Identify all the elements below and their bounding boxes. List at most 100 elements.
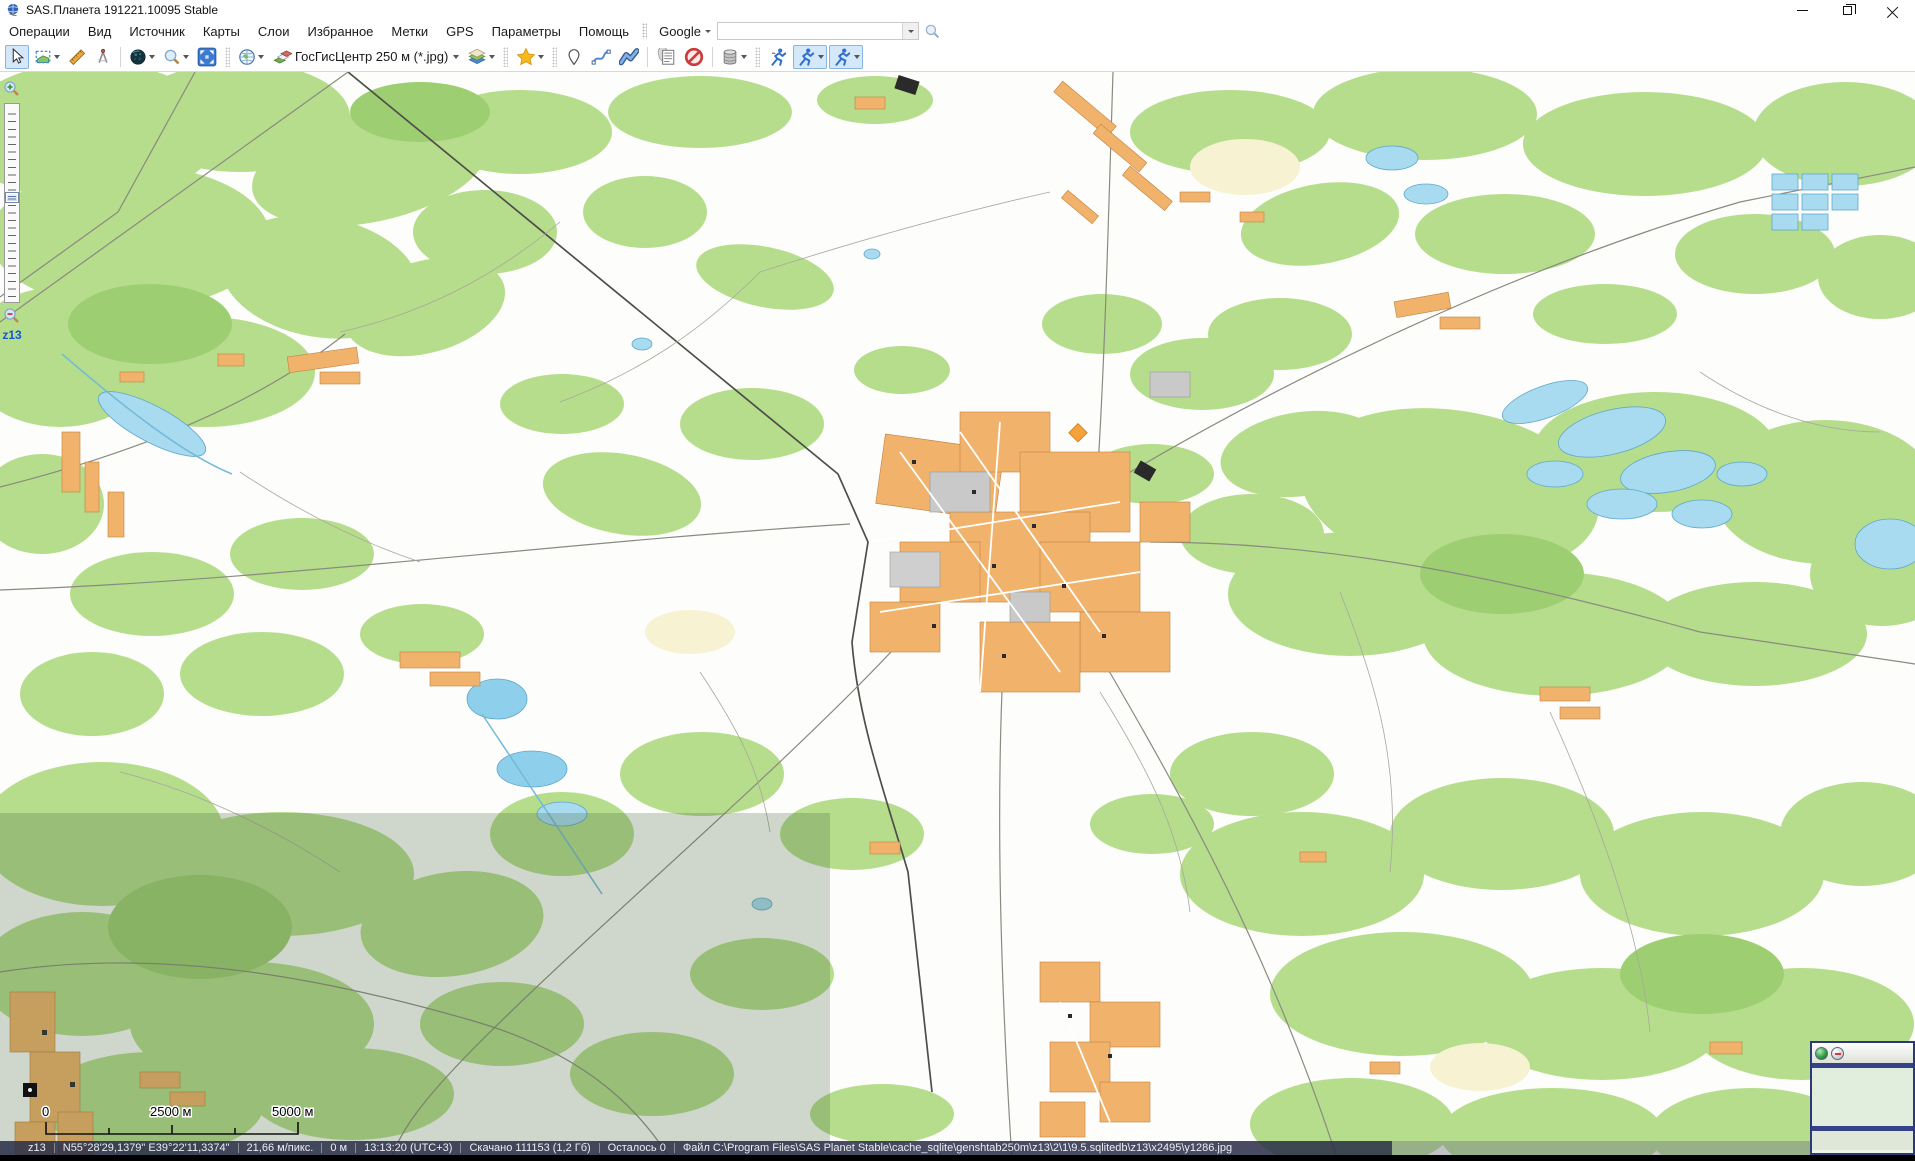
zoom-in-icon[interactable] xyxy=(3,80,21,98)
overview-map-content[interactable] xyxy=(1812,1068,1913,1126)
search-input[interactable] xyxy=(718,23,902,39)
status-time: 13:13:20 (UTC+3) xyxy=(364,1142,452,1154)
toolbar-gripper[interactable] xyxy=(642,23,647,39)
ruler-tool-button[interactable] xyxy=(65,45,89,69)
hide-placemarks-button[interactable] xyxy=(681,45,707,69)
overview-globe-button[interactable] xyxy=(1815,1047,1828,1060)
map-canvas[interactable]: 0 2500 м 5000 м xyxy=(0,72,1915,1161)
forbidden-icon xyxy=(684,47,704,67)
zoom-tool-button[interactable] xyxy=(160,45,192,69)
menu-settings[interactable]: Параметры xyxy=(483,22,570,41)
status-zoom: z13 xyxy=(28,1142,46,1154)
globe-icon xyxy=(238,48,256,66)
search-combo xyxy=(717,22,919,40)
chevron-down-icon[interactable] xyxy=(538,55,544,59)
goto-search-result-button[interactable] xyxy=(829,45,863,69)
goto-previous-button[interactable] xyxy=(765,45,791,69)
magnifier-icon xyxy=(163,48,181,66)
add-polygon-button[interactable] xyxy=(616,45,642,69)
status-bar: z13 N55°28'29,1379" E39°22'11,3374" 21,6… xyxy=(0,1141,1915,1155)
overview-map-panel[interactable] xyxy=(1810,1041,1915,1155)
toolbar-separator xyxy=(712,47,713,67)
map-source-label[interactable]: ГосГисЦентр 250 м (*.jpg) xyxy=(292,49,451,64)
overview-footer xyxy=(1812,1131,1913,1150)
zoom-slider-thumb[interactable] xyxy=(5,192,19,203)
toolbar-gripper[interactable] xyxy=(225,47,230,67)
toolbar-gripper[interactable] xyxy=(503,47,508,67)
chevron-down-icon[interactable] xyxy=(453,55,459,59)
menu-view[interactable]: Вид xyxy=(79,22,121,41)
map-source-globe-button[interactable] xyxy=(235,45,267,69)
zoom-level-label: z13 xyxy=(2,328,22,342)
status-divider xyxy=(460,1143,461,1153)
runner-icon xyxy=(796,47,816,67)
star-icon xyxy=(516,47,536,67)
scale-start-label: 0 xyxy=(42,1104,49,1119)
chevron-down-icon[interactable] xyxy=(818,55,824,59)
runner-icon xyxy=(832,47,852,67)
menu-layers[interactable]: Слои xyxy=(249,22,299,41)
menu-maps[interactable]: Карты xyxy=(194,22,249,41)
map-viewport[interactable]: 0 2500 м 5000 м z13 xyxy=(0,72,1915,1161)
search-provider-dropdown-icon[interactable] xyxy=(705,30,711,33)
zoom-slider[interactable] xyxy=(4,103,20,303)
menu-operations[interactable]: Операции xyxy=(0,22,79,41)
status-bar-main: z13 N55°28'29,1379" E39°22'11,3374" 21,6… xyxy=(0,1141,1392,1155)
runner-icon xyxy=(768,47,788,67)
status-divider xyxy=(321,1143,322,1153)
search-group: Google xyxy=(653,22,941,40)
minimize-icon xyxy=(1797,10,1808,11)
scale-end-label: 5000 м xyxy=(272,1104,314,1119)
fullscreen-button[interactable] xyxy=(194,45,220,69)
menu-bar: Операции Вид Источник Карты Слои Избранн… xyxy=(0,20,1915,42)
zoom-slider-ticks xyxy=(8,107,16,299)
menu-gps[interactable]: GPS xyxy=(437,22,482,41)
restore-button[interactable] xyxy=(1825,0,1870,20)
map-layers-icon xyxy=(272,48,292,66)
chevron-down-icon[interactable] xyxy=(258,55,264,59)
fullscreen-icon xyxy=(197,47,217,67)
status-divider xyxy=(674,1143,675,1153)
chevron-down-icon xyxy=(908,30,914,33)
cache-mode-button[interactable] xyxy=(718,45,750,69)
night-mode-globe-button[interactable] xyxy=(126,45,158,69)
overview-zoom-out-button[interactable] xyxy=(1831,1047,1844,1060)
toolbar-gripper[interactable] xyxy=(755,47,760,67)
placemark-list-icon xyxy=(656,48,676,66)
add-path-button[interactable] xyxy=(588,45,614,69)
layers-button[interactable] xyxy=(464,45,498,69)
selection-tool-button[interactable] xyxy=(31,45,63,69)
menu-favorites[interactable]: Избранное xyxy=(299,22,383,41)
chevron-down-icon[interactable] xyxy=(183,55,189,59)
menu-source[interactable]: Источник xyxy=(120,22,194,41)
status-coordinates: N55°28'29,1379" E39°22'11,3374" xyxy=(63,1142,230,1154)
chevron-down-icon[interactable] xyxy=(741,55,747,59)
add-placemark-button[interactable] xyxy=(562,45,586,69)
favorites-button[interactable] xyxy=(513,45,547,69)
chevron-down-icon[interactable] xyxy=(854,55,860,59)
goto-position-button[interactable] xyxy=(793,45,827,69)
menu-help[interactable]: Помощь xyxy=(570,22,638,41)
database-icon xyxy=(721,48,739,66)
chevron-down-icon[interactable] xyxy=(149,55,155,59)
menu-placemarks[interactable]: Метки xyxy=(382,22,437,41)
status-remaining: Осталось 0 xyxy=(608,1142,666,1154)
polygon-area-icon xyxy=(619,48,639,66)
status-downloaded: Скачано 111153 (1,2 Гб) xyxy=(469,1142,590,1154)
placemark-pin-icon xyxy=(565,48,583,66)
map-type-button[interactable]: ГосГисЦентр 250 м (*.jpg) xyxy=(269,45,462,69)
chevron-down-icon[interactable] xyxy=(489,55,495,59)
search-history-dropdown[interactable] xyxy=(902,23,918,39)
restore-icon xyxy=(1843,6,1852,15)
divider-tool-button[interactable] xyxy=(91,45,115,69)
toolbar-gripper[interactable] xyxy=(552,47,557,67)
minimize-button[interactable] xyxy=(1780,0,1825,20)
placemark-manager-button[interactable] xyxy=(653,45,679,69)
close-button[interactable] xyxy=(1870,0,1915,20)
close-icon xyxy=(1887,5,1898,16)
pan-cursor-button[interactable] xyxy=(5,45,29,69)
chevron-down-icon[interactable] xyxy=(54,55,60,59)
search-go-icon[interactable] xyxy=(924,23,941,40)
search-provider-label[interactable]: Google xyxy=(653,24,705,39)
zoom-out-icon[interactable] xyxy=(3,307,21,325)
